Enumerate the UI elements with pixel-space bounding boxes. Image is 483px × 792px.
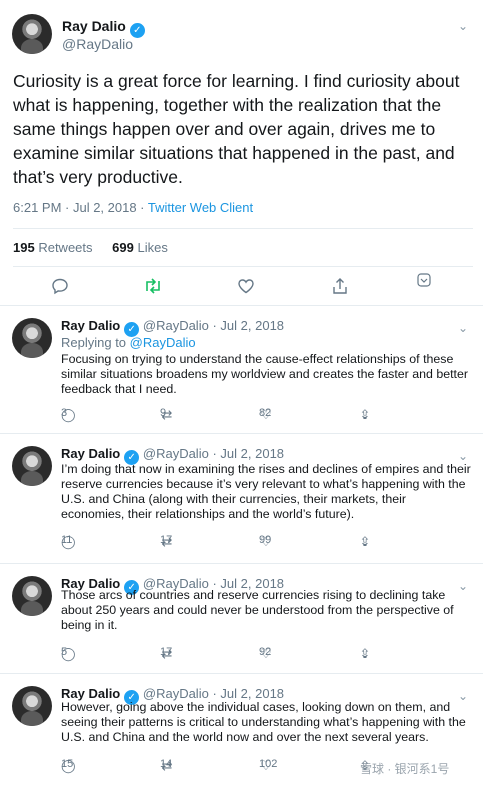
tweet-timestamp[interactable]: 6:21 PM · Jul 2, 2018 · [13,200,148,215]
avatar[interactable] [12,686,52,726]
tweet-stats: 195 Retweets 699 Likes [13,240,168,255]
tweet-client-link[interactable]: Twitter Web Client [148,200,253,215]
author-handle[interactable]: @RayDalio [143,318,209,333]
dropdown-icon: ⌄ [359,534,371,549]
replying-label: Replying to [61,335,130,350]
author-handle[interactable]: @RayDalio [143,686,209,701]
replying-to-link[interactable]: @RayDalio [130,335,196,350]
main-tweet: Ray Dalio ✓ @RayDalio ⌄ Curiosity is a gr… [0,0,483,306]
avatar[interactable] [12,446,52,486]
like-count: 82 [259,407,272,419]
author-name[interactable]: Ray Dalio [61,686,120,701]
reply-tweet[interactable]: Ray Dalio ✓ @RayDalio · Jul 2, 2018 ⌄ Tho… [0,564,483,674]
author-handle[interactable]: @RayDalio [62,36,133,52]
retweet-count: 9 [160,407,167,419]
author-handle[interactable]: @RayDalio [143,446,209,461]
like-count: 99 [259,534,272,546]
retweets-label: Retweets [38,240,93,255]
tweet-text: Curiosity is a great force for learning.… [13,71,460,187]
share-icon[interactable] [330,277,350,295]
avatar[interactable] [12,14,52,54]
reply-date[interactable]: Jul 2, 2018 [220,446,284,461]
reply-count: 11 [61,534,73,546]
retweet-count: 17 [160,646,173,658]
separator-dot: · [212,318,217,333]
likes-label: Likes [137,240,168,255]
reply-count: 5 [61,646,68,658]
separator-dot: · [212,446,217,461]
reply-icon[interactable] [50,277,70,295]
chevron-down-icon[interactable]: ⌄ [457,450,469,462]
avatar[interactable] [12,576,52,616]
reply-tweet[interactable]: Ray Dalio ✓ @RayDalio · Jul 2, 2018 ⌄ I’m… [0,434,483,564]
reply-count: 3 [61,407,68,419]
chevron-down-icon[interactable]: ⌄ [457,322,469,334]
avatar[interactable] [12,318,52,358]
retweet-icon[interactable] [143,277,163,295]
dropdown-icon: ⌄ [359,407,371,422]
like-count: 92 [259,646,272,658]
divider [13,266,473,267]
reply-date[interactable]: Jul 2, 2018 [220,686,284,701]
author-name[interactable]: Ray Dalio [61,446,120,461]
likes-stat[interactable]: 699 Likes [112,240,168,255]
reply-date[interactable]: Jul 2, 2018 [220,318,284,333]
dropdown-icon: ⌄ [359,646,371,661]
retweets-count: 195 [13,240,35,255]
chevron-down-icon[interactable]: ⌄ [457,20,469,32]
separator-dot: · [212,686,217,701]
retweets-stat[interactable]: 195 Retweets [13,240,93,255]
tweet-meta: 6:21 PM · Jul 2, 2018 · Twitter Web Clie… [13,200,253,215]
retweet-count: 14 [160,758,173,770]
author-name[interactable]: Ray Dalio [61,318,120,333]
likes-count: 699 [112,240,134,255]
reply-text: However, going above the individual case… [61,700,466,744]
watermark: 雪球 · 银河系1号 [360,762,450,776]
like-icon[interactable] [236,277,256,295]
reply-count: 15 [61,758,74,770]
dropdown-icon[interactable] [414,272,434,290]
replying-to: Replying to @RayDalio [61,335,196,350]
reply-text: Those arcs of countries and reserve curr… [61,588,454,632]
like-count: 102 [259,758,278,770]
reply-text: I’m doing that now in examining the rise… [61,462,471,521]
author-name[interactable]: Ray Dalio ✓ [62,18,145,38]
divider [13,228,473,229]
author-name-text[interactable]: Ray Dalio [62,18,126,34]
reply-tweet[interactable]: Ray Dalio ✓ @RayDalio · Jul 2, 2018 ⌄ Rep… [0,306,483,434]
reply-text: Focusing on trying to understand the cau… [61,352,469,396]
retweet-count: 17 [160,534,173,546]
